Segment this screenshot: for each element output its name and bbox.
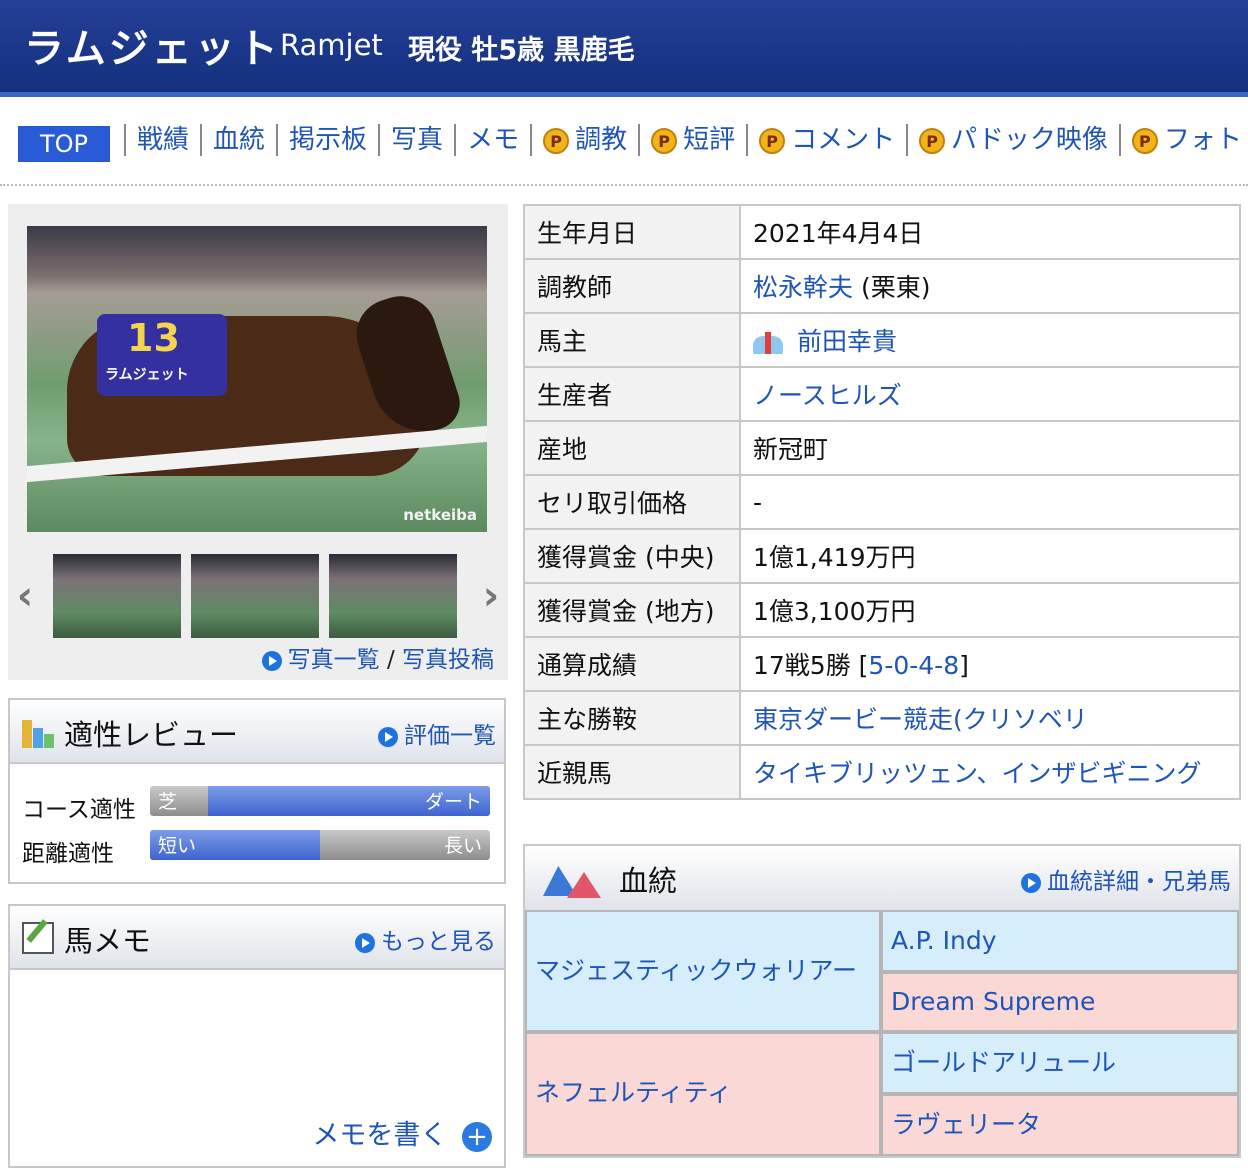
horse-memo-panel: 馬メモ もっと見る メモを書く + — [8, 904, 506, 1168]
play-icon — [261, 650, 282, 671]
table-row: 獲得賞金 (中央) 1億1,419万円 — [523, 528, 1241, 584]
premium-icon: P — [759, 127, 786, 154]
premium-icon: P — [919, 127, 946, 154]
rating-list-link[interactable]: 評価一覧 — [378, 716, 496, 750]
saddle-cloth: 13 ラムジェット — [97, 314, 227, 396]
play-icon — [355, 932, 375, 953]
tab-comment[interactable]: P コメント — [746, 124, 906, 156]
relatives-link[interactable]: タイキブリッツェン、インザビギニング — [753, 759, 1202, 788]
table-row: 通算成績 17戦5勝 [5-0-4-8] — [523, 636, 1241, 692]
horse-name-en: Ramjet — [280, 28, 383, 62]
photo-post-link[interactable]: 写真投稿 — [402, 647, 494, 673]
horse-status: 現役 牡5歳 黒鹿毛 — [408, 35, 635, 66]
premium-icon: P — [651, 127, 678, 154]
dam-dam-cell[interactable]: ラヴェリータ — [881, 1094, 1239, 1156]
owner-silks-icon — [753, 332, 783, 354]
table-row: 産地 新冠町 — [523, 420, 1241, 476]
photo-list-link[interactable]: 写真一覧 — [288, 647, 380, 673]
photo-links: 写真一覧 / 写真投稿 — [261, 640, 494, 674]
table-row: セリ取引価格 - — [523, 474, 1241, 530]
main-horse-photo[interactable]: 13 ラムジェット netkeiba — [27, 226, 487, 532]
write-memo-button[interactable]: メモを書く + — [312, 1113, 492, 1152]
horse-name-jp: ラムジェット — [24, 26, 281, 72]
table-row: 獲得賞金 (地方) 1億3,100万円 — [523, 582, 1241, 638]
pedigree-title: 血統 — [619, 864, 678, 898]
tab-paddock-video[interactable]: P パドック映像 — [906, 124, 1119, 156]
memo-more-link[interactable]: もっと見る — [355, 922, 496, 956]
table-row: 主な勝鞍 東京ダービー競走(クリソベリ — [523, 690, 1241, 746]
bar-chart-icon — [22, 714, 54, 748]
horse-profile-table: 生年月日 2021年4月4日 調教師 松永幹夫 (栗東) 馬主 前田幸貴 生産者 ノース… — [523, 204, 1241, 800]
tab-photo-premium[interactable]: P フォト — [1118, 124, 1248, 156]
distance-aptitude-label: 距離適性 — [22, 841, 114, 867]
plus-icon: + — [462, 1121, 492, 1152]
watermark: netkeiba — [403, 506, 477, 524]
premium-icon: P — [1131, 127, 1158, 154]
horse-header: ラムジェット Ramjet 現役 牡5歳 黒鹿毛 — [0, 0, 1248, 97]
distance-aptitude-bar: 短い 長い — [150, 830, 490, 860]
tab-photos[interactable]: 写真 — [378, 124, 454, 156]
breeder-link[interactable]: ノースヒルズ — [753, 381, 902, 410]
tab-training[interactable]: P 調教 — [530, 124, 638, 156]
play-icon — [1021, 872, 1041, 893]
photo-thumbnail[interactable] — [329, 554, 457, 638]
pedigree-horses-icon — [539, 858, 609, 900]
photo-gallery: 13 ラムジェット netkeiba ‹ › 写真一覧 / 写真投稿 — [8, 204, 508, 680]
aptitude-title: 適性レビュー — [64, 718, 239, 752]
course-aptitude-bar: 芝 ダート — [150, 786, 490, 816]
record-link[interactable]: 5-0-4-8 — [868, 651, 959, 680]
sire-cell[interactable]: マジェスティックウォリアー — [525, 910, 881, 1032]
next-arrow-icon[interactable]: › — [476, 574, 506, 618]
tab-top[interactable]: TOP — [18, 126, 110, 162]
sire-dam-cell[interactable]: Dream Supreme — [881, 972, 1239, 1032]
tab-memo[interactable]: メモ — [454, 124, 530, 156]
course-aptitude-label: コース適性 — [22, 797, 136, 823]
tab-results[interactable]: 戦績 — [124, 124, 200, 156]
pedigree-detail-link[interactable]: 血統詳細・兄弟馬 — [1021, 862, 1231, 896]
play-icon — [378, 726, 398, 747]
photo-thumbnail[interactable] — [53, 554, 181, 638]
table-row: 近親馬 タイキブリッツェン、インザビギニング — [523, 744, 1241, 800]
pedigree-panel: 血統 血統詳細・兄弟馬 マジェスティックウォリアー ネフェルティティ A.P. … — [523, 844, 1241, 1158]
aptitude-review-panel: 適性レビュー 評価一覧 コース適性 芝 ダート 距離適性 短い 長い — [8, 698, 506, 884]
tab-pedigree[interactable]: 血統 — [200, 124, 276, 156]
photo-thumbnail[interactable] — [191, 554, 319, 638]
prev-arrow-icon[interactable]: ‹ — [10, 574, 40, 618]
tab-short-review[interactable]: P 短評 — [638, 124, 746, 156]
premium-icon: P — [543, 127, 570, 154]
dam-sire-cell[interactable]: ゴールドアリュール — [881, 1032, 1239, 1094]
table-row: 生産者 ノースヒルズ — [523, 366, 1241, 422]
trainer-link[interactable]: 松永幹夫 — [753, 273, 853, 302]
tab-board[interactable]: 掲示板 — [276, 124, 378, 156]
memo-pencil-icon — [22, 919, 54, 954]
memo-title: 馬メモ — [64, 924, 152, 958]
sire-sire-cell[interactable]: A.P. Indy — [881, 910, 1239, 972]
table-row: 調教師 松永幹夫 (栗東) — [523, 258, 1241, 314]
horse-nav: TOP 戦績 血統 掲示板 写真 メモ P 調教 P 短評 P コメント P パドック映像 P フォト — [0, 110, 1248, 186]
main-win-link[interactable]: 東京ダービー競走(クリソベリ — [753, 705, 1088, 734]
owner-link[interactable]: 前田幸貴 — [797, 327, 897, 356]
dam-cell[interactable]: ネフェルティティ — [525, 1032, 881, 1156]
table-row: 生年月日 2021年4月4日 — [523, 204, 1241, 260]
table-row: 馬主 前田幸貴 — [523, 312, 1241, 368]
